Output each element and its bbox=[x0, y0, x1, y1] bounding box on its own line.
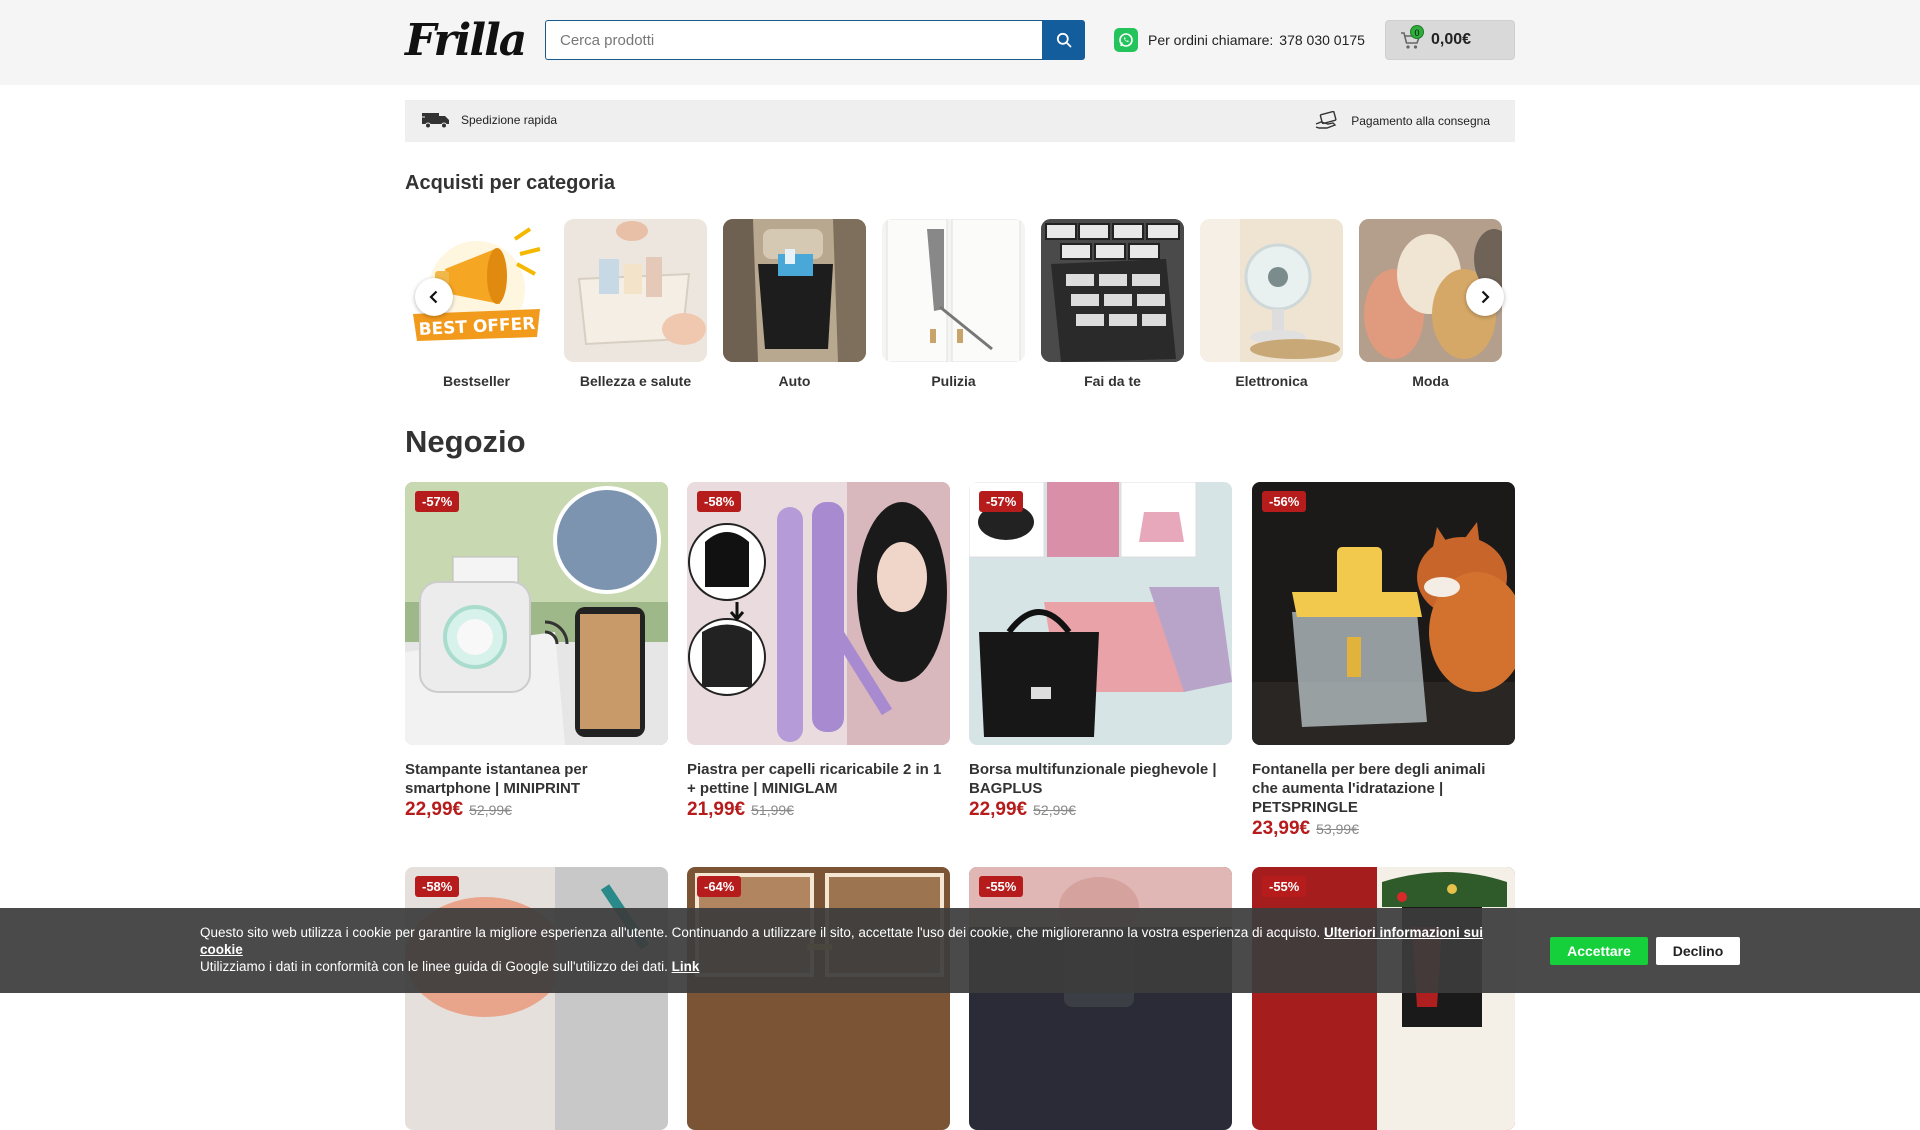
product-image[interactable]: -58% bbox=[687, 482, 950, 745]
search-icon bbox=[1056, 32, 1071, 48]
discount-badge: -57% bbox=[415, 491, 460, 512]
cookie-message: Questo sito web utilizza i cookie per ga… bbox=[200, 924, 1520, 975]
product-card[interactable]: -56% Fontanella per bere degli animali c… bbox=[1252, 482, 1515, 840]
categories-heading: Acquisti per categoria bbox=[405, 172, 616, 194]
product-name[interactable]: Stampante istantanea per smartphone | MI… bbox=[405, 760, 668, 798]
shop-heading: Negozio bbox=[405, 424, 526, 459]
cart-count-badge: 0 bbox=[1410, 25, 1424, 39]
carousel-prev-button[interactable] bbox=[415, 278, 453, 316]
product-image[interactable]: -55% bbox=[1252, 867, 1515, 1130]
phone-contact[interactable]: Per ordini chiamare: 378 030 0175 bbox=[1114, 28, 1365, 52]
cart-total: 0,00€ bbox=[1431, 31, 1472, 48]
product-price: 23,99€ 53,99€ bbox=[1252, 818, 1515, 840]
product-original-price: 53,99€ bbox=[1316, 821, 1359, 837]
product-price: 22,99€ 52,99€ bbox=[969, 799, 1232, 821]
category-label: Fai da te bbox=[1084, 373, 1141, 389]
payment-label: Pagamento alla consegna bbox=[1351, 114, 1490, 128]
discount-badge: -55% bbox=[1262, 876, 1307, 897]
product-price: 21,99€ 51,99€ bbox=[687, 799, 950, 821]
site-logo[interactable]: Frilla bbox=[405, 18, 527, 64]
product-card[interactable]: -58% bbox=[405, 867, 668, 1130]
product-original-price: 51,99€ bbox=[751, 802, 794, 818]
category-carousel: BEST OFFER Bestseller Bellezza e salute bbox=[405, 219, 1515, 394]
category-image bbox=[1041, 219, 1184, 362]
category-fai-da-te[interactable]: Fai da te bbox=[1041, 219, 1184, 389]
product-card[interactable]: -58% Piastra per capelli ricaricabile 2 … bbox=[687, 482, 950, 821]
category-label: Bellezza e salute bbox=[579, 373, 692, 389]
product-image[interactable]: -57% bbox=[969, 482, 1232, 745]
discount-badge: -58% bbox=[415, 876, 460, 897]
category-image bbox=[564, 219, 707, 362]
product-image[interactable]: -57% bbox=[405, 482, 668, 745]
discount-badge: -58% bbox=[697, 491, 742, 512]
category-image bbox=[882, 219, 1025, 362]
product-name[interactable]: Fontanella per bere degli animali che au… bbox=[1252, 760, 1515, 817]
chevron-right-icon bbox=[1481, 290, 1490, 304]
phone-number[interactable]: 378 030 0175 bbox=[1279, 32, 1365, 48]
search-bar bbox=[545, 20, 1085, 60]
search-button[interactable] bbox=[1042, 20, 1085, 60]
product-card[interactable]: -57% Stampante istantanea per smartphone… bbox=[405, 482, 668, 821]
category-elettronica[interactable]: Elettronica bbox=[1200, 219, 1343, 389]
discount-badge: -56% bbox=[1262, 491, 1307, 512]
category-pulizia[interactable]: Pulizia bbox=[882, 219, 1025, 389]
cart-button[interactable]: 0 0,00€ bbox=[1385, 20, 1515, 60]
phone-label: Per ordini chiamare: bbox=[1148, 32, 1274, 48]
accept-cookies-button[interactable]: Accettare bbox=[1550, 937, 1648, 965]
product-image[interactable]: -55% bbox=[969, 867, 1232, 1130]
category-label: Bestseller bbox=[443, 373, 510, 389]
category-image bbox=[723, 219, 866, 362]
product-card[interactable]: -55% bbox=[1252, 867, 1515, 1130]
chevron-left-icon bbox=[429, 290, 438, 304]
product-image[interactable]: -56% bbox=[1252, 482, 1515, 745]
payment-info: Pagamento alla consegna bbox=[1315, 111, 1490, 131]
truck-icon bbox=[421, 113, 449, 129]
category-auto[interactable]: Auto bbox=[723, 219, 866, 389]
search-input[interactable] bbox=[545, 20, 1042, 60]
discount-badge: -57% bbox=[979, 491, 1024, 512]
product-card[interactable]: -64% bbox=[687, 867, 950, 1130]
cookie-text-data-usage: Utilizziamo i dati in conformità con le … bbox=[200, 959, 668, 974]
cookie-text-main: Questo sito web utilizza i cookie per ga… bbox=[200, 925, 1321, 940]
category-label: Moda bbox=[1412, 373, 1449, 389]
product-sale-price: 23,99€ bbox=[1252, 818, 1311, 839]
product-price: 22,99€ 52,99€ bbox=[405, 799, 668, 821]
product-name[interactable]: Piastra per capelli ricaricabile 2 in 1 … bbox=[687, 760, 950, 798]
product-sale-price: 22,99€ bbox=[969, 799, 1028, 820]
cash-hand-icon bbox=[1315, 111, 1337, 129]
discount-badge: -55% bbox=[979, 876, 1024, 897]
category-label: Pulizia bbox=[931, 373, 976, 389]
product-card[interactable]: -55% bbox=[969, 867, 1232, 1130]
product-original-price: 52,99€ bbox=[469, 802, 512, 818]
cookie-policy-link[interactable]: Link bbox=[672, 959, 700, 974]
category-label: Auto bbox=[778, 373, 811, 389]
whatsapp-icon bbox=[1114, 28, 1138, 52]
cookie-text-secondary: Utilizziamo i dati in conformità con le … bbox=[200, 958, 1520, 975]
product-image[interactable]: -64% bbox=[687, 867, 950, 1130]
shipping-label: Spedizione rapida bbox=[461, 113, 558, 127]
product-sale-price: 22,99€ bbox=[405, 799, 464, 820]
product-original-price: 52,99€ bbox=[1033, 802, 1076, 818]
discount-badge: -64% bbox=[697, 876, 742, 897]
shipping-info: Spedizione rapida bbox=[421, 111, 557, 129]
site-header: Frilla Per ordini chiamare: 378 030 0175… bbox=[0, 0, 1920, 85]
cookie-banner: Questo sito web utilizza i cookie per ga… bbox=[0, 908, 1920, 993]
product-card[interactable]: -57% Borsa multifunzionale pieghevole | … bbox=[969, 482, 1232, 821]
product-sale-price: 21,99€ bbox=[687, 799, 746, 820]
product-image[interactable]: -58% bbox=[405, 867, 668, 1130]
decline-cookies-button[interactable]: Declino bbox=[1656, 937, 1740, 965]
category-bellezza[interactable]: Bellezza e salute bbox=[564, 219, 707, 389]
category-image bbox=[1200, 219, 1343, 362]
carousel-next-button[interactable] bbox=[1466, 278, 1504, 316]
category-label: Elettronica bbox=[1235, 373, 1308, 389]
info-bar: Spedizione rapida Pagamento alla consegn… bbox=[405, 100, 1515, 142]
product-name[interactable]: Borsa multifunzionale pieghevole | BAGPL… bbox=[969, 760, 1232, 798]
